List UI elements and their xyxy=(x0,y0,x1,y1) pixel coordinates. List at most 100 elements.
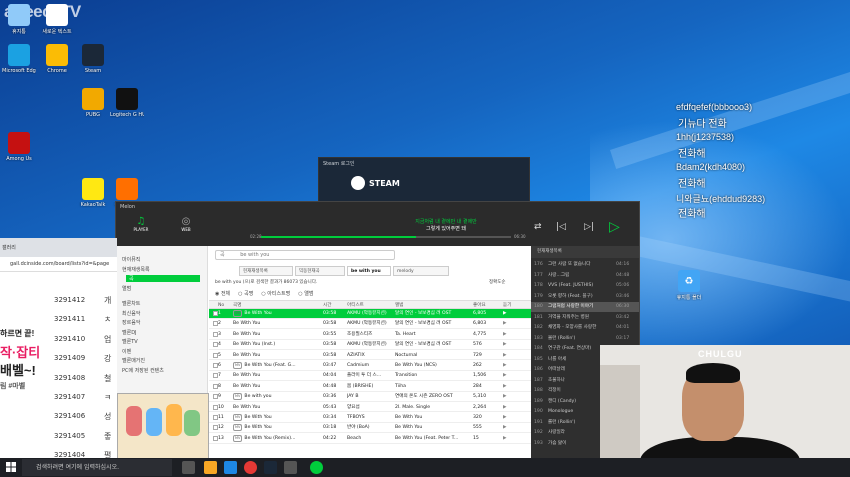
table-row[interactable]: 1 MV Be With You 03:58 AKMU (악동뮤지션) 달의 연인 - 보… xyxy=(209,309,531,319)
table-row[interactable]: 12 MV Be With You 03:18 반야 (BoA) Be With You 5… xyxy=(209,423,531,434)
post-row[interactable]: 3291405 좋 xyxy=(0,426,117,447)
chrome-icon[interactable] xyxy=(244,461,257,474)
table-row[interactable]: 9 MV Be with you 03:36 JAY B 연애의 온도 시즌 ZERO O… xyxy=(209,392,531,402)
table-row[interactable]: 6 MV Be With You (Feat. G... 03:47 Cadmium Be… xyxy=(209,361,531,371)
sidebar-item[interactable]: 곡 xyxy=(126,275,200,282)
steam-icon[interactable] xyxy=(264,461,277,474)
desktop-icon[interactable]: Microsoft Edge xyxy=(2,44,36,84)
playlist-item[interactable]: 176 그런 사람 또 없습니다 04:16 xyxy=(531,260,639,270)
play-button[interactable]: ▷ xyxy=(609,219,620,235)
playlist-item[interactable]: 179 오롯 향하 (Feat. 블구) 03:46 xyxy=(531,292,639,302)
nav-web[interactable]: ◎ WEB xyxy=(171,216,201,232)
desktop-icon[interactable]: Among Us xyxy=(2,132,36,172)
filter-option[interactable]: ○ 아티스트명 xyxy=(261,291,290,297)
playlist-item[interactable]: 182 채영화 - 모양사를 사랑한 04:01 xyxy=(531,323,639,333)
tab-be-with-you[interactable]: be with you xyxy=(347,266,391,276)
sort-dropdown[interactable]: 정확도순 xyxy=(489,279,506,285)
windows-start-icon[interactable] xyxy=(6,462,16,472)
table-row[interactable]: 10 Be With You 05:43 양요섭 2I. Male. Single 2,2… xyxy=(209,403,531,413)
post-row[interactable]: 3291406 성 xyxy=(0,406,117,427)
cell-time: 05:43 xyxy=(323,403,345,412)
sidebar-item[interactable]: 멜론차트 xyxy=(122,300,140,307)
edge-icon[interactable] xyxy=(224,461,237,474)
table-row[interactable]: 8 Be With You 04:48 봄 (BRISHE) Tiiha 284 ▶ xyxy=(209,382,531,392)
table-row[interactable]: 2 Be With You 03:58 AKMU (악동뮤지션) 달의 연인 - 보보경… xyxy=(209,319,531,330)
sidebar-item[interactable]: 멜론DJ xyxy=(122,329,137,336)
sidebar-item[interactable]: 장르음악 xyxy=(122,319,140,326)
playlist-item[interactable]: 180 그럼처럼 사랑한 이야기 06:30 xyxy=(531,302,639,312)
playlist-item[interactable]: 183 몰런 (Rollin') 03:17 xyxy=(531,334,639,344)
browser-window[interactable]: 갤러리 gall.dcinside.com/board/lists?id=&pa… xyxy=(0,238,117,460)
mv-badge[interactable]: MV xyxy=(233,362,243,369)
play-row-icon[interactable]: ▶ xyxy=(503,330,527,339)
file-explorer-icon[interactable] xyxy=(204,461,217,474)
playlist-item[interactable]: 178 VVS (Feat. JUSTHIS) 05:06 xyxy=(531,281,639,291)
search-input[interactable]: 곡 be with you xyxy=(215,250,395,260)
play-row-icon[interactable]: ▶ xyxy=(503,423,527,432)
desktop-icon[interactable]: Steam xyxy=(76,44,110,84)
tab-현재재생목록[interactable]: 현재재생목록 xyxy=(239,266,293,276)
next-icon[interactable]: ▷| xyxy=(584,222,594,232)
taskbar-search-input[interactable]: 검색하려면 여기에 입력하십시오. xyxy=(22,459,172,476)
cell-album: Be With You xyxy=(395,413,471,422)
sidebar-item[interactable]: 멜론매거진 xyxy=(122,357,145,364)
cell-text: 6 xyxy=(218,363,221,368)
mv-badge[interactable]: MV xyxy=(233,393,243,401)
filter-option[interactable]: ◉ 전체 xyxy=(215,291,230,297)
desktop-icon[interactable]: KakaoTalk xyxy=(76,178,110,218)
filter-option[interactable]: ○ 곡명 xyxy=(238,291,253,297)
play-row-icon[interactable]: ▶ xyxy=(503,309,527,318)
mv-badge[interactable]: MV xyxy=(233,424,243,432)
sidebar-item[interactable]: 마이뮤직 xyxy=(122,256,140,263)
desktop-icon[interactable]: Logitech G HUB xyxy=(110,88,144,128)
table-row[interactable]: 5 Be With You 03:58 AZIATIX Nocturnal 729 ▶ xyxy=(209,351,531,361)
playlist-item[interactable]: 181 거역을 지워주는 병원 03:42 xyxy=(531,313,639,323)
table-row[interactable]: 4 Be With You (Inst.) 03:58 AKMU (악동뮤지션) 달의 … xyxy=(209,340,531,350)
mv-badge[interactable]: MV xyxy=(233,434,243,442)
sidebar-item[interactable]: PC에 저장된 컨텐츠 xyxy=(122,367,164,374)
desktop-icon[interactable]: 휴지통 xyxy=(2,4,36,44)
play-row-icon[interactable]: ▶ xyxy=(503,382,527,391)
play-row-icon[interactable]: ▶ xyxy=(503,413,527,422)
sidebar-item[interactable]: 이벤 xyxy=(122,348,131,355)
mv-badge[interactable]: MV xyxy=(233,414,243,421)
play-row-icon[interactable]: ▶ xyxy=(503,371,527,380)
amongus-icon xyxy=(8,132,30,154)
progress-bar[interactable] xyxy=(261,236,511,238)
play-row-icon[interactable]: ▶ xyxy=(503,392,527,401)
tab-믹동현재곡[interactable]: 믹동현재곡 xyxy=(295,266,345,276)
table-row[interactable]: 7 Be With You 04:04 플라이 투 더 스... Transition 1… xyxy=(209,371,531,382)
sidebar-item[interactable]: 최신음악 xyxy=(122,310,140,317)
play-row-icon[interactable]: ▶ xyxy=(503,403,527,412)
table-row[interactable]: 11 MV Be With You 03:34 TFBOYS Be With You 320… xyxy=(209,413,531,423)
desktop-icon[interactable]: 새로운 텍스트 xyxy=(40,4,74,44)
post-title-initial: ㅋ xyxy=(104,393,112,402)
sidebar-item[interactable]: 앨범 xyxy=(122,285,131,292)
play-row-icon[interactable]: ▶ xyxy=(503,340,527,349)
post-row[interactable]: 3291412 개 xyxy=(0,290,117,311)
play-row-icon[interactable]: ▶ xyxy=(503,319,527,328)
mv-badge[interactable]: MV xyxy=(233,310,243,317)
shuffle-icon[interactable]: ⇄ xyxy=(534,222,542,232)
app-icon[interactable] xyxy=(284,461,297,474)
sidebar-item[interactable]: 현재재생목록 xyxy=(122,266,150,273)
melon-icon[interactable] xyxy=(310,461,323,474)
sidebar-item[interactable]: 멜론TV xyxy=(122,338,138,345)
play-row-icon[interactable]: ▶ xyxy=(503,361,527,370)
playlist-item[interactable]: 177 사랑...그립 04:48 xyxy=(531,271,639,281)
cell-no: 12 xyxy=(218,423,232,432)
prev-icon[interactable]: |◁ xyxy=(556,222,566,232)
address-bar[interactable]: gall.dcinside.com/board/lists?id=&page xyxy=(0,257,117,272)
browser-tab[interactable]: 갤러리 xyxy=(2,244,16,251)
play-row-icon[interactable]: ▶ xyxy=(503,434,527,443)
desktop-icon[interactable]: Chrome xyxy=(40,44,74,84)
task-view-icon[interactable] xyxy=(182,461,195,474)
filter-option[interactable]: ○ 앨범 xyxy=(298,291,313,297)
play-row-icon[interactable]: ▶ xyxy=(503,351,527,360)
table-row[interactable]: 13 MV Be With You (Remix)... 04:22 Beach Be W… xyxy=(209,434,531,444)
desktop-icon[interactable]: PUBG xyxy=(76,88,110,128)
table-row[interactable]: 3 Be With You 03:55 조용필스티즈 Ta. Heart 4,775 ▶ xyxy=(209,330,531,340)
desktop-icon-recycle-folder[interactable]: ♻ 휴지통 폴더 xyxy=(672,270,706,310)
tab-melody[interactable]: melody xyxy=(393,266,449,276)
nav-player[interactable]: ♫ PLAYER xyxy=(126,216,156,232)
